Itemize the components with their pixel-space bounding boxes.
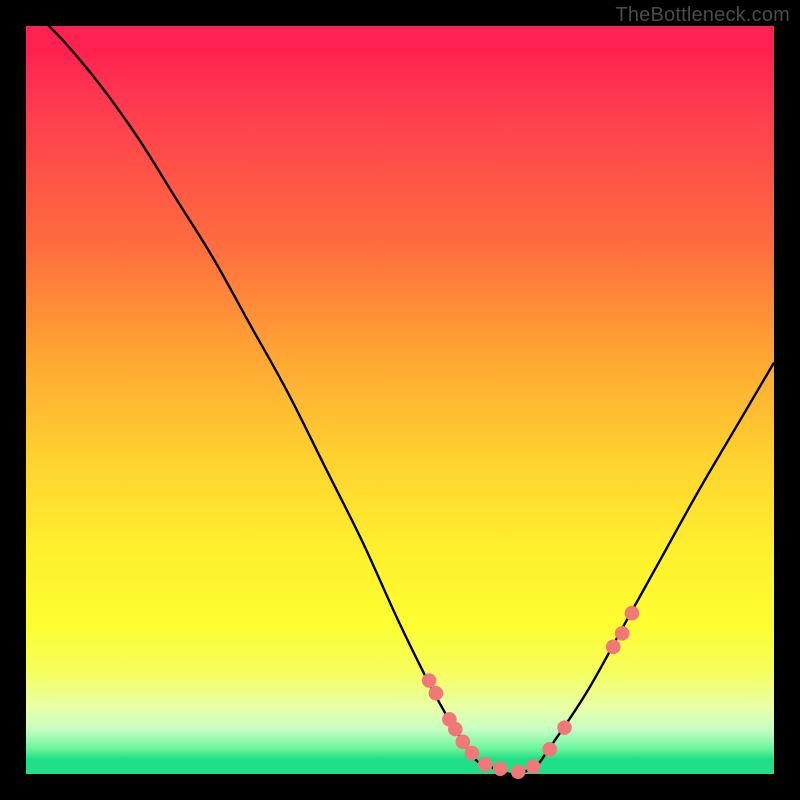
bottleneck-curve: [26, 4, 774, 774]
highlight-dot: [606, 640, 621, 655]
watermark-text: TheBottleneck.com: [615, 4, 790, 27]
highlight-dot: [478, 757, 493, 772]
highlight-dot: [542, 742, 557, 757]
highlight-dot: [557, 720, 572, 735]
highlighted-dots-group: [422, 606, 639, 779]
highlight-dot: [615, 626, 630, 641]
highlight-dot: [526, 759, 541, 774]
highlight-dot: [625, 606, 640, 621]
highlight-dot: [429, 686, 444, 701]
highlight-dot: [465, 746, 480, 761]
highlight-dot: [493, 761, 508, 776]
highlight-dot: [448, 722, 463, 737]
chart-frame: [26, 26, 774, 774]
chart-svg: [26, 26, 774, 774]
highlight-dot: [511, 764, 526, 779]
highlight-dot: [422, 673, 437, 688]
